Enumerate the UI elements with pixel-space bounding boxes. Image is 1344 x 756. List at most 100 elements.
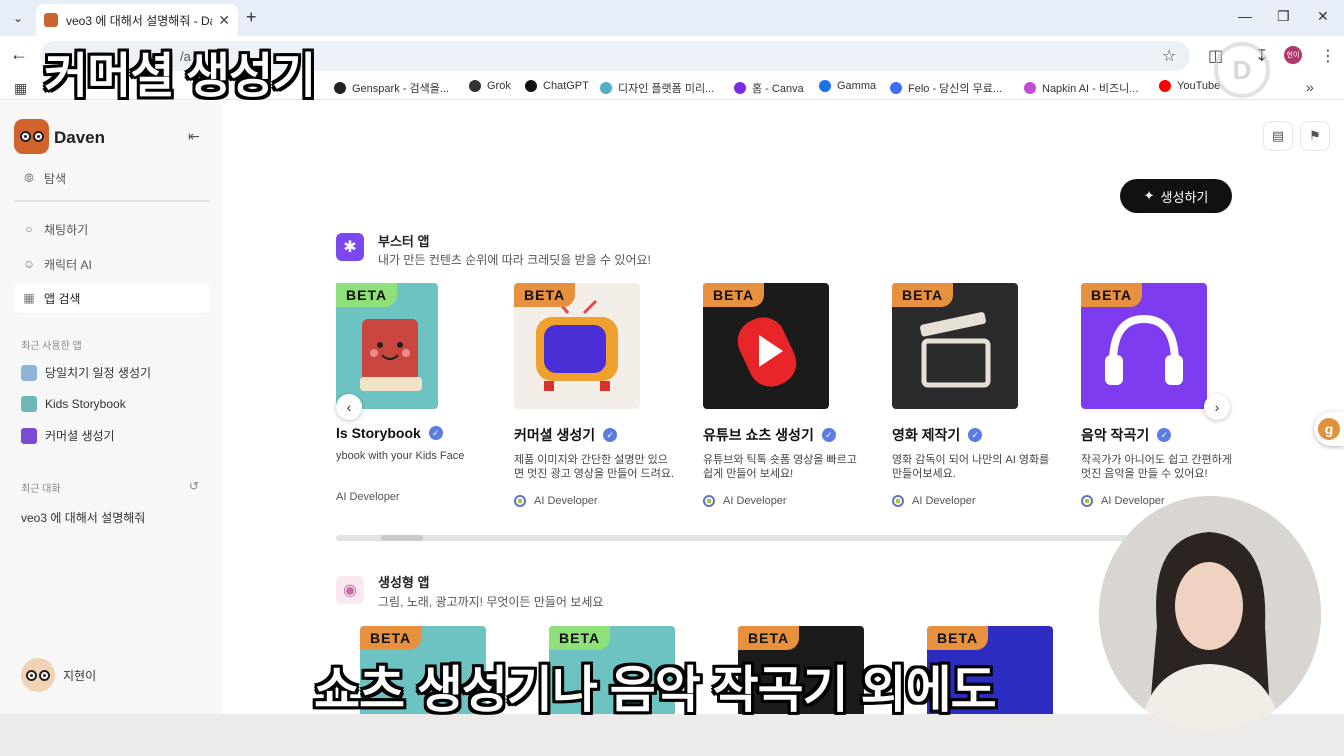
app-card-description: 유튜브와 틱톡 숏폼 영상을 빠르고 쉽게 만들어 보세요! [703,454,857,480]
bookmarks-overflow-icon[interactable]: » [1306,79,1314,95]
booster-star-icon: ✱ [336,233,364,261]
tab-title: veo3 에 대해서 설명해줘 - Da [66,13,213,28]
recent-app-item[interactable]: Kids Storybook [21,396,126,412]
recent-app-item[interactable]: 당일치기 일정 생성기 [21,364,151,381]
window-close-icon[interactable]: ✕ [1317,8,1329,25]
app-card[interactable]: BETA 유튜브 쇼츠 생성기 ✓ 유튜브와 틱톡 숏폼 영상을 빠르고 쉽게 만… [703,283,879,507]
bookmark-item[interactable]: Napkin AI - 비즈니... [1024,80,1138,96]
developer-name: AI Developer [336,491,400,503]
presenter-webcam [1099,496,1321,732]
carousel-prev-arrow-icon[interactable]: ‹ [336,394,362,420]
carousel-scrollbar[interactable] [336,535,1236,541]
booster-app-carousel: BETA ls Storybook ✓ ybook with your Kids … [336,283,1236,515]
developer-icon [514,495,526,507]
recent-app-item[interactable]: 커머셜 생성기 [21,427,115,444]
app-card[interactable]: BETA 커머셜 생성기 ✓ 제품 이미지와 간단한 설명만 있으 면 멋진 광고… [514,283,690,507]
app-card-description: ybook with your Kids Face [336,450,465,462]
beta-badge: BETA [549,626,611,650]
sparkle-icon: ✦ [1143,188,1155,203]
app-card-name: 음악 작곡기 [1081,427,1150,443]
sidebar-divider [14,200,210,202]
sidebar-item-explore[interactable]: ⦾ 탐색 [14,163,210,193]
beta-badge: BETA [1081,283,1143,307]
bookmark-item[interactable]: YouTube [1159,80,1220,92]
app-card-name: 커머셜 생성기 [514,427,596,443]
palette-icon: ◉ [336,576,364,604]
sidebar-item-chat[interactable]: ○ 채팅하기 [14,214,210,244]
recent-apps-heading: 최근 사용한 앱 [21,341,82,352]
profile-avatar[interactable]: 현이 [1284,46,1302,64]
history-icon[interactable]: ↺ [189,479,199,493]
app-card-title: 유튜브 쇼츠 생성기 ✓ [703,425,879,445]
bookmark-label: 디자인 플랫폼 미리... [618,83,715,95]
developer-icon [892,495,904,507]
app-card-description: 작곡가가 아니어도 쉽고 간편하게 멋진 음악을 만들 수 있어요! [1081,454,1232,480]
app-card[interactable]: BETA 영화 제작기 ✓ 영화 감독이 되어 나만의 AI 영화를 만들어보세요… [892,283,1068,507]
browser-tab-active[interactable]: veo3 에 대해서 설명해줘 - Da ✕ [36,4,238,36]
assistant-g-icon: g [1318,418,1340,440]
bookmark-item[interactable]: 홈 - Canva [734,80,804,96]
daven-favicon-icon [44,13,58,27]
developer-name: AI Developer [534,495,598,507]
floating-assistant-button[interactable]: g [1314,412,1344,446]
recent-chat-item[interactable]: veo3 에 대해서 설명해줘 [21,509,145,526]
archive-icon[interactable]: ▤ [1263,121,1293,151]
sidebar-item-label: 탐색 [44,171,67,186]
bookmark-favicon-icon [1159,80,1171,92]
bookmark-label: Felo - 당신의 무료... [908,83,1002,95]
sidebar-item-character-ai[interactable]: ☺ 캐릭터 AI [14,249,210,279]
avatar [21,658,55,692]
verified-badge-icon: ✓ [1157,428,1172,442]
app-card-description: 제품 이미지와 간단한 설명만 있으 면 멋진 광고 영상을 만들어 드려요. [514,454,675,480]
collapse-sidebar-icon[interactable]: ⇤ [188,128,200,145]
app-thumbnail: BETA [892,283,1018,409]
app-thumbnail: BETA [703,283,829,409]
bell-icon[interactable]: ⚑ [1300,121,1330,151]
recent-app-label: 당일치기 일정 생성기 [45,366,152,380]
scrollbar-thumb[interactable] [381,535,423,541]
bookmark-item[interactable]: 디자인 플랫폼 미리... [600,80,714,96]
kebab-menu-icon[interactable]: ⋮ [1320,46,1336,66]
bookmark-item[interactable]: Gamma [819,80,876,92]
sidebar-item-app-search[interactable]: ▦ 앱 검색 [14,283,210,313]
user-profile[interactable]: 지현이 [21,658,96,692]
bookmark-favicon-icon [819,80,831,92]
verified-badge-icon: ✓ [603,428,618,442]
sidebar-item-label: 앱 검색 [44,291,81,306]
minimize-icon[interactable]: — [1238,8,1252,24]
developer-icon [703,495,715,507]
bookmark-item[interactable]: Genspark - 검색을... [334,80,449,96]
developer-name: AI Developer [912,495,976,507]
bookmark-label: ChatGPT [543,80,589,92]
bookmark-item[interactable]: Felo - 당신의 무료... [890,80,1002,96]
bookmark-favicon-icon [469,80,481,92]
bookmark-favicon-icon [600,82,612,94]
caption-bottom: 쇼츠 생성기나 음악 작곡기 외에도 [314,662,997,718]
tab-close-icon[interactable]: ✕ [218,12,230,29]
compass-icon: ⦾ [24,170,34,185]
bookmark-favicon-icon [1024,82,1036,94]
daven-logo-icon[interactable] [14,119,49,154]
presenter-silhouette-icon [1099,496,1321,732]
app-card-name: ls Storybook [336,425,421,441]
bookmark-label: Grok [487,80,511,92]
bookmark-favicon-icon [734,82,746,94]
app-card[interactable]: BETA ls Storybook ✓ ybook with your Kids … [336,283,488,503]
back-arrow-icon[interactable]: ← [10,44,28,65]
beta-badge: BETA [360,626,422,650]
bookmark-star-icon[interactable]: ☆ [1162,46,1176,66]
developer-name: AI Developer [723,495,787,507]
app-thumbnail-icon [21,364,37,381]
verified-badge-icon: ✓ [821,428,836,442]
recent-chats-heading: 최근 대화 [21,484,61,495]
app-card-title: 영화 제작기 ✓ [892,425,1068,445]
bookmark-item[interactable]: ChatGPT [525,80,589,92]
restore-icon[interactable]: ❐ [1277,8,1290,25]
new-tab-icon[interactable]: + [246,7,257,28]
app-card-developer: AI Developer [703,495,879,507]
apps-grid-icon[interactable]: ▦ [14,80,27,97]
create-button[interactable]: ✦ 생성하기 [1120,179,1232,213]
bookmark-item[interactable]: Grok [469,80,511,92]
carousel-next-arrow-icon[interactable]: › [1204,394,1230,420]
tab-search-chevron-icon[interactable]: ⌄ [6,6,30,30]
